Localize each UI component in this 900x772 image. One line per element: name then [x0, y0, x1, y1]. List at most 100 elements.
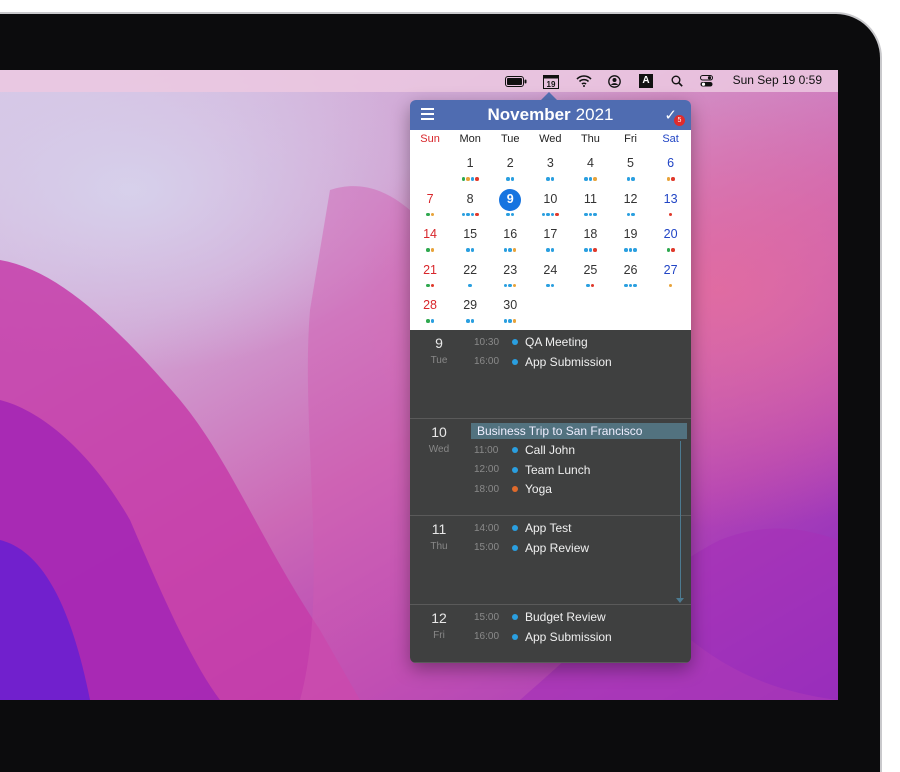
day-cell-8[interactable]: 8 — [450, 183, 490, 219]
event-dot — [586, 283, 590, 287]
day-number: 28 — [423, 298, 437, 312]
event-dot — [671, 248, 675, 252]
event-dots — [570, 177, 610, 181]
day-number: 1 — [466, 156, 474, 170]
all-day-event[interactable]: Business Trip to San Francisco — [471, 423, 687, 439]
month-grid: Sun Mon Tue Wed Thu Fri Sat 1 2 3 4 5 6 7 8 9 10 11 12 13 1… — [410, 130, 691, 330]
popover-caret — [541, 92, 557, 100]
day-cell-12[interactable]: 12 — [610, 183, 650, 219]
event-dot — [461, 177, 466, 181]
menu-clock[interactable]: Sun Sep 19 0:59 — [733, 73, 822, 87]
event-dot — [590, 283, 595, 287]
week-row: 28 29 30 — [410, 289, 691, 325]
event-dot — [546, 212, 550, 216]
event-time: 16:00 — [474, 356, 500, 368]
event-color-dot — [512, 339, 518, 345]
day-cell-6[interactable]: 6 — [651, 147, 691, 183]
day-cell-30[interactable]: 30 — [490, 289, 530, 325]
day-cell-21[interactable]: 21 — [410, 254, 450, 290]
day-cell-5[interactable]: 5 — [610, 147, 650, 183]
input-source-icon[interactable]: A — [638, 70, 654, 92]
day-cell-17[interactable]: 17 — [530, 218, 570, 254]
day-cell-9[interactable]: 9 — [490, 183, 530, 219]
event-dot — [466, 212, 470, 216]
agenda-event[interactable]: 14:00 App Test — [474, 519, 571, 537]
agenda-event[interactable]: 18:00 Yoga — [474, 480, 552, 498]
agenda-date: 11 Thu — [410, 516, 468, 552]
day-number: 20 — [663, 227, 678, 241]
agenda-event[interactable]: 15:00 App Review — [474, 539, 589, 557]
month-title[interactable]: November 2021 — [488, 105, 614, 125]
battery-icon[interactable] — [505, 70, 527, 92]
wifi-icon[interactable] — [576, 70, 592, 92]
day-cell-26[interactable]: 26 — [610, 254, 650, 290]
agenda-weekday: Tue — [430, 355, 448, 366]
empty-day-cell — [410, 147, 450, 183]
day-cell-10[interactable]: 10 — [530, 183, 570, 219]
day-cell-28[interactable]: 28 — [410, 289, 450, 325]
day-cell-16[interactable]: 16 — [490, 218, 530, 254]
day-cell-11[interactable]: 11 — [570, 183, 610, 219]
day-cell-23[interactable]: 23 — [490, 254, 530, 290]
day-cell-18[interactable]: 18 — [570, 218, 610, 254]
weekday-label-tue: Tue — [500, 133, 520, 145]
day-cell-13[interactable]: 13 — [651, 183, 691, 219]
control-center-icon[interactable] — [698, 70, 714, 92]
menu-icon[interactable] — [421, 108, 434, 120]
event-dot — [470, 212, 475, 216]
event-title: App Test — [525, 521, 572, 535]
agenda-date: 9 Tue — [410, 330, 468, 366]
agenda-event[interactable]: 11:00 Call John — [474, 441, 575, 459]
day-cell-7[interactable]: 7 — [410, 183, 450, 219]
event-title: Team Lunch — [525, 462, 591, 477]
event-dot — [512, 319, 517, 323]
user-icon[interactable] — [606, 70, 622, 92]
event-dots — [410, 248, 450, 252]
day-cell-22[interactable]: 22 — [450, 254, 490, 290]
day-number: 13 — [663, 191, 678, 206]
day-cell-15[interactable]: 15 — [450, 218, 490, 254]
event-dot — [506, 177, 510, 181]
day-cell-4[interactable]: 4 — [570, 147, 610, 183]
day-cell-25[interactable]: 25 — [570, 254, 610, 290]
day-cell-24[interactable]: 24 — [530, 254, 570, 290]
calendar-header: November 2021 ✓ 5 — [410, 100, 691, 130]
event-dot — [512, 248, 517, 252]
day-cell-29[interactable]: 29 — [450, 289, 490, 325]
event-dot — [426, 319, 430, 323]
day-cell-2[interactable]: 2 — [490, 147, 530, 183]
day-number: 23 — [503, 262, 518, 277]
event-dot — [470, 248, 475, 252]
event-dot — [546, 283, 550, 287]
day-cell-1[interactable]: 1 — [450, 147, 490, 183]
event-color-dot — [512, 614, 518, 620]
calendar-menu-icon[interactable]: 19 — [542, 70, 560, 92]
agenda-event[interactable]: 16:00 App Submission — [474, 353, 612, 371]
event-dot — [555, 212, 559, 216]
event-dot — [426, 248, 430, 252]
day-number: 14 — [423, 227, 437, 241]
search-icon[interactable] — [669, 70, 685, 92]
day-cell-14[interactable]: 14 — [410, 218, 450, 254]
event-time: 15:00 — [474, 542, 500, 554]
day-number: 7 — [426, 191, 434, 206]
day-cell-19[interactable]: 19 — [610, 218, 650, 254]
day-cell-27[interactable]: 27 — [651, 254, 691, 290]
agenda-event[interactable]: 16:00 App Submission — [474, 628, 612, 646]
event-time: 16:00 — [474, 631, 500, 643]
agenda-event[interactable]: 10:30 QA Meeting — [474, 333, 588, 351]
agenda-weekday: Fri — [433, 630, 445, 641]
day-cell-20[interactable]: 20 — [651, 218, 691, 254]
agenda-day-10: 10 Wed Business Trip to San Francisco 11:00… — [410, 419, 691, 516]
day-number: 21 — [423, 262, 437, 277]
event-color-dot — [512, 633, 518, 640]
day-cell-3[interactable]: 3 — [530, 147, 570, 183]
event-dots — [530, 248, 570, 252]
agenda-event[interactable]: 15:00 Budget Review — [474, 608, 606, 626]
event-dots — [610, 248, 650, 252]
event-color-dot — [512, 544, 518, 551]
event-dots — [530, 212, 570, 217]
agenda-event[interactable]: 12:00 Team Lunch — [474, 461, 590, 479]
event-dot — [626, 177, 631, 181]
day-number: 24 — [543, 262, 558, 277]
